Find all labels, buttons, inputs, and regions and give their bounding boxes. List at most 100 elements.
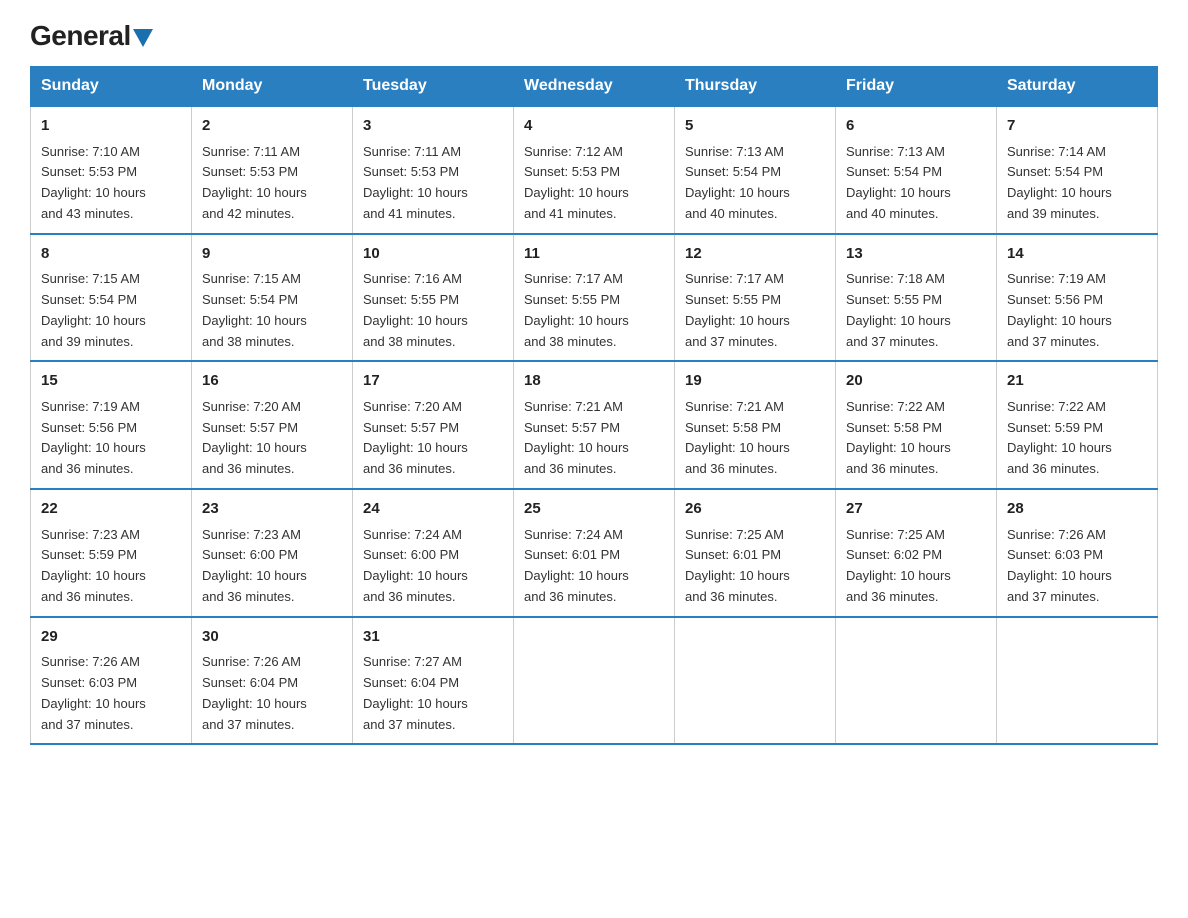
day-info: Sunrise: 7:23 AMSunset: 6:00 PMDaylight:… <box>202 527 307 604</box>
calendar-cell: 23 Sunrise: 7:23 AMSunset: 6:00 PMDaylig… <box>192 489 353 617</box>
calendar-cell: 21 Sunrise: 7:22 AMSunset: 5:59 PMDaylig… <box>997 361 1158 489</box>
day-info: Sunrise: 7:23 AMSunset: 5:59 PMDaylight:… <box>41 527 146 604</box>
day-number: 26 <box>685 498 825 521</box>
day-number: 28 <box>1007 498 1147 521</box>
day-number: 1 <box>41 115 181 138</box>
weekday-header-wednesday: Wednesday <box>514 67 675 107</box>
logo-text: General <box>30 20 153 52</box>
day-number: 15 <box>41 370 181 393</box>
calendar-cell: 29 Sunrise: 7:26 AMSunset: 6:03 PMDaylig… <box>31 617 192 745</box>
day-info: Sunrise: 7:14 AMSunset: 5:54 PMDaylight:… <box>1007 144 1112 221</box>
day-number: 31 <box>363 626 503 649</box>
weekday-header-sunday: Sunday <box>31 67 192 107</box>
day-number: 23 <box>202 498 342 521</box>
calendar-cell: 4 Sunrise: 7:12 AMSunset: 5:53 PMDayligh… <box>514 106 675 234</box>
day-info: Sunrise: 7:24 AMSunset: 6:00 PMDaylight:… <box>363 527 468 604</box>
day-number: 14 <box>1007 243 1147 266</box>
weekday-header-monday: Monday <box>192 67 353 107</box>
day-number: 27 <box>846 498 986 521</box>
day-info: Sunrise: 7:26 AMSunset: 6:03 PMDaylight:… <box>41 654 146 731</box>
day-number: 4 <box>524 115 664 138</box>
day-number: 2 <box>202 115 342 138</box>
day-number: 25 <box>524 498 664 521</box>
day-number: 6 <box>846 115 986 138</box>
day-number: 24 <box>363 498 503 521</box>
weekday-header-tuesday: Tuesday <box>353 67 514 107</box>
calendar-cell: 13 Sunrise: 7:18 AMSunset: 5:55 PMDaylig… <box>836 234 997 362</box>
day-info: Sunrise: 7:25 AMSunset: 6:02 PMDaylight:… <box>846 527 951 604</box>
calendar-cell: 30 Sunrise: 7:26 AMSunset: 6:04 PMDaylig… <box>192 617 353 745</box>
day-info: Sunrise: 7:12 AMSunset: 5:53 PMDaylight:… <box>524 144 629 221</box>
calendar-cell: 14 Sunrise: 7:19 AMSunset: 5:56 PMDaylig… <box>997 234 1158 362</box>
day-info: Sunrise: 7:20 AMSunset: 5:57 PMDaylight:… <box>202 399 307 476</box>
calendar-cell: 17 Sunrise: 7:20 AMSunset: 5:57 PMDaylig… <box>353 361 514 489</box>
calendar-week-row: 29 Sunrise: 7:26 AMSunset: 6:03 PMDaylig… <box>31 617 1158 745</box>
day-number: 22 <box>41 498 181 521</box>
calendar-cell: 28 Sunrise: 7:26 AMSunset: 6:03 PMDaylig… <box>997 489 1158 617</box>
day-info: Sunrise: 7:21 AMSunset: 5:57 PMDaylight:… <box>524 399 629 476</box>
day-info: Sunrise: 7:26 AMSunset: 6:04 PMDaylight:… <box>202 654 307 731</box>
calendar-cell: 9 Sunrise: 7:15 AMSunset: 5:54 PMDayligh… <box>192 234 353 362</box>
day-info: Sunrise: 7:19 AMSunset: 5:56 PMDaylight:… <box>1007 271 1112 348</box>
day-info: Sunrise: 7:22 AMSunset: 5:58 PMDaylight:… <box>846 399 951 476</box>
calendar-cell: 16 Sunrise: 7:20 AMSunset: 5:57 PMDaylig… <box>192 361 353 489</box>
logo-triangle-icon <box>133 29 153 47</box>
weekday-header-friday: Friday <box>836 67 997 107</box>
day-info: Sunrise: 7:18 AMSunset: 5:55 PMDaylight:… <box>846 271 951 348</box>
day-number: 13 <box>846 243 986 266</box>
day-number: 18 <box>524 370 664 393</box>
day-number: 11 <box>524 243 664 266</box>
calendar-cell: 18 Sunrise: 7:21 AMSunset: 5:57 PMDaylig… <box>514 361 675 489</box>
day-info: Sunrise: 7:13 AMSunset: 5:54 PMDaylight:… <box>846 144 951 221</box>
day-info: Sunrise: 7:17 AMSunset: 5:55 PMDaylight:… <box>524 271 629 348</box>
calendar-cell: 10 Sunrise: 7:16 AMSunset: 5:55 PMDaylig… <box>353 234 514 362</box>
day-info: Sunrise: 7:26 AMSunset: 6:03 PMDaylight:… <box>1007 527 1112 604</box>
day-info: Sunrise: 7:11 AMSunset: 5:53 PMDaylight:… <box>202 144 307 221</box>
calendar-cell: 27 Sunrise: 7:25 AMSunset: 6:02 PMDaylig… <box>836 489 997 617</box>
calendar-cell: 22 Sunrise: 7:23 AMSunset: 5:59 PMDaylig… <box>31 489 192 617</box>
day-info: Sunrise: 7:21 AMSunset: 5:58 PMDaylight:… <box>685 399 790 476</box>
weekday-header-thursday: Thursday <box>675 67 836 107</box>
calendar-week-row: 8 Sunrise: 7:15 AMSunset: 5:54 PMDayligh… <box>31 234 1158 362</box>
day-info: Sunrise: 7:15 AMSunset: 5:54 PMDaylight:… <box>202 271 307 348</box>
day-info: Sunrise: 7:10 AMSunset: 5:53 PMDaylight:… <box>41 144 146 221</box>
calendar-cell: 12 Sunrise: 7:17 AMSunset: 5:55 PMDaylig… <box>675 234 836 362</box>
day-info: Sunrise: 7:15 AMSunset: 5:54 PMDaylight:… <box>41 271 146 348</box>
calendar-cell: 5 Sunrise: 7:13 AMSunset: 5:54 PMDayligh… <box>675 106 836 234</box>
day-info: Sunrise: 7:16 AMSunset: 5:55 PMDaylight:… <box>363 271 468 348</box>
day-number: 21 <box>1007 370 1147 393</box>
calendar-cell: 25 Sunrise: 7:24 AMSunset: 6:01 PMDaylig… <box>514 489 675 617</box>
calendar-cell: 8 Sunrise: 7:15 AMSunset: 5:54 PMDayligh… <box>31 234 192 362</box>
day-number: 12 <box>685 243 825 266</box>
day-number: 10 <box>363 243 503 266</box>
day-info: Sunrise: 7:19 AMSunset: 5:56 PMDaylight:… <box>41 399 146 476</box>
day-info: Sunrise: 7:27 AMSunset: 6:04 PMDaylight:… <box>363 654 468 731</box>
day-info: Sunrise: 7:24 AMSunset: 6:01 PMDaylight:… <box>524 527 629 604</box>
calendar-cell: 7 Sunrise: 7:14 AMSunset: 5:54 PMDayligh… <box>997 106 1158 234</box>
calendar-cell: 15 Sunrise: 7:19 AMSunset: 5:56 PMDaylig… <box>31 361 192 489</box>
weekday-header-saturday: Saturday <box>997 67 1158 107</box>
calendar-cell: 24 Sunrise: 7:24 AMSunset: 6:00 PMDaylig… <box>353 489 514 617</box>
day-number: 8 <box>41 243 181 266</box>
day-number: 30 <box>202 626 342 649</box>
day-info: Sunrise: 7:13 AMSunset: 5:54 PMDaylight:… <box>685 144 790 221</box>
calendar-cell: 6 Sunrise: 7:13 AMSunset: 5:54 PMDayligh… <box>836 106 997 234</box>
day-number: 3 <box>363 115 503 138</box>
day-number: 17 <box>363 370 503 393</box>
calendar-cell <box>836 617 997 745</box>
calendar-header-row: SundayMondayTuesdayWednesdayThursdayFrid… <box>31 67 1158 107</box>
calendar-cell: 2 Sunrise: 7:11 AMSunset: 5:53 PMDayligh… <box>192 106 353 234</box>
day-number: 5 <box>685 115 825 138</box>
page-header: General <box>30 20 1158 48</box>
calendar-cell <box>997 617 1158 745</box>
calendar-cell: 11 Sunrise: 7:17 AMSunset: 5:55 PMDaylig… <box>514 234 675 362</box>
day-number: 29 <box>41 626 181 649</box>
calendar-week-row: 22 Sunrise: 7:23 AMSunset: 5:59 PMDaylig… <box>31 489 1158 617</box>
logo: General <box>30 20 153 48</box>
day-info: Sunrise: 7:11 AMSunset: 5:53 PMDaylight:… <box>363 144 468 221</box>
logo-general: General <box>30 20 131 52</box>
day-number: 19 <box>685 370 825 393</box>
calendar-week-row: 15 Sunrise: 7:19 AMSunset: 5:56 PMDaylig… <box>31 361 1158 489</box>
calendar-table: SundayMondayTuesdayWednesdayThursdayFrid… <box>30 66 1158 745</box>
calendar-cell: 19 Sunrise: 7:21 AMSunset: 5:58 PMDaylig… <box>675 361 836 489</box>
